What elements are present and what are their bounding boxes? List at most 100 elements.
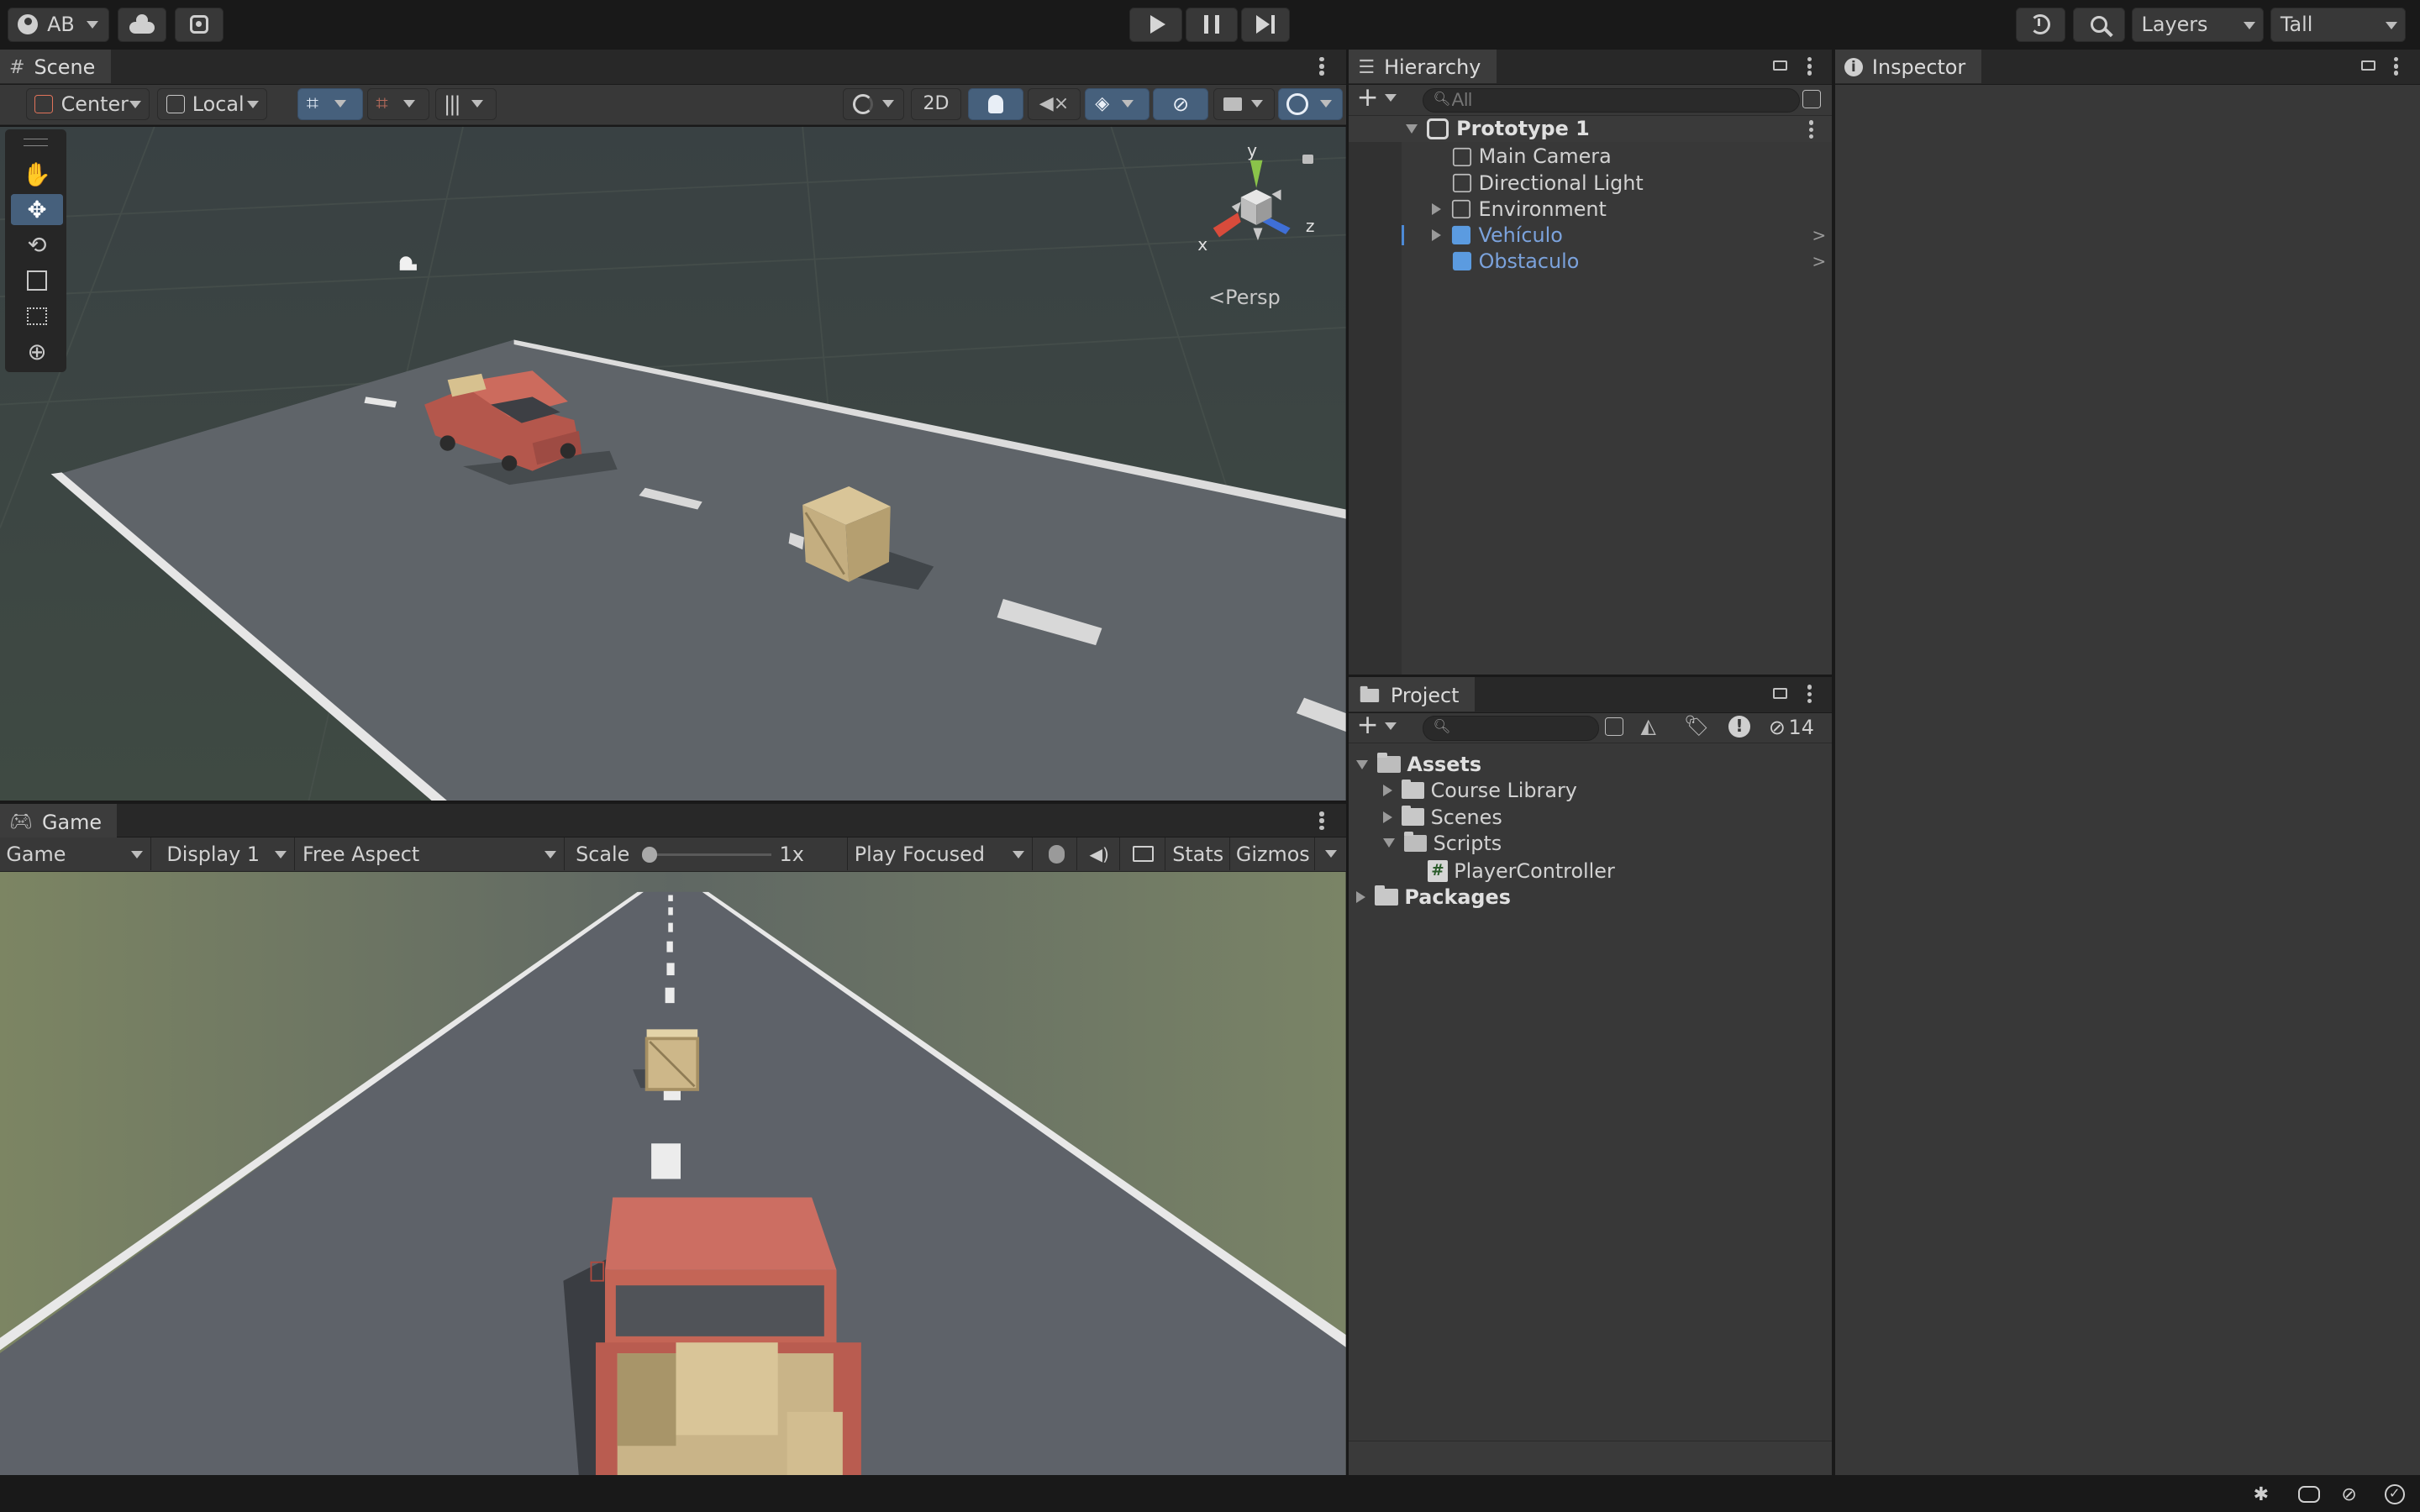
expand-arrow-icon[interactable] bbox=[1382, 838, 1395, 848]
cloud-button[interactable] bbox=[117, 8, 167, 42]
lock-icon[interactable] bbox=[1773, 688, 1787, 699]
auto-generate-lighting-icon[interactable]: ⊘ bbox=[2341, 1484, 2363, 1506]
display-select[interactable]: Display 1 bbox=[152, 837, 295, 870]
create-asset-button[interactable]: + bbox=[1356, 712, 1406, 740]
tab-game[interactable]: 🎮︎ Game bbox=[0, 803, 118, 838]
gizmos-button[interactable] bbox=[1277, 87, 1343, 121]
aspect-select[interactable]: Free Aspect bbox=[296, 837, 566, 870]
account-icon bbox=[18, 14, 39, 35]
scene-menu-icon[interactable] bbox=[1319, 56, 1325, 76]
scene-viewport[interactable]: ✋ ✥ ⟲ ⊕ y z x <Persp bbox=[0, 126, 1346, 801]
filter-label-icon[interactable]: 🏷︎ bbox=[1684, 714, 1709, 738]
chevron-right-icon[interactable]: > bbox=[1812, 225, 1826, 245]
pivot-dropdown[interactable]: Center bbox=[26, 87, 150, 121]
asset-player-controller[interactable]: # PlayerController bbox=[1349, 858, 1615, 884]
tab-project[interactable]: Project bbox=[1349, 677, 1475, 711]
mute-audio-button[interactable]: ◀) bbox=[1079, 837, 1121, 870]
grid-snap-button[interactable]: ⌗ bbox=[297, 87, 363, 121]
space-dropdown[interactable]: Local bbox=[157, 87, 267, 121]
hierarchy-item-obstaculo[interactable]: Obstaculo > bbox=[1349, 249, 1832, 275]
play-button[interactable] bbox=[1129, 8, 1182, 42]
hierarchy-menu-icon[interactable] bbox=[1807, 56, 1813, 76]
expand-arrow-icon[interactable] bbox=[1406, 123, 1418, 134]
stats-button[interactable]: Stats bbox=[1167, 837, 1230, 870]
debug-icon[interactable]: ✱ bbox=[2254, 1484, 2275, 1506]
folder-packages[interactable]: Packages bbox=[1349, 884, 1511, 910]
expand-arrow-icon[interactable] bbox=[1356, 759, 1369, 769]
visibility-toggle-button[interactable]: ⊘ bbox=[1153, 87, 1209, 121]
move-tool[interactable]: ✥ bbox=[10, 194, 64, 226]
effects-button[interactable]: ◈ bbox=[1085, 87, 1150, 121]
folder-scripts[interactable]: Scripts bbox=[1349, 830, 1502, 856]
tab-scene[interactable]: # Scene bbox=[0, 49, 111, 84]
rotate-tool[interactable]: ⟲ bbox=[11, 230, 63, 261]
expand-arrow-icon[interactable] bbox=[1432, 202, 1442, 215]
camera-settings-button[interactable] bbox=[1213, 87, 1276, 121]
audio-toggle-button[interactable]: ◀× bbox=[1028, 87, 1081, 121]
gizmos-toggle-button[interactable]: Gizmos bbox=[1232, 837, 1315, 870]
hierarchy-item-environment[interactable]: Environment bbox=[1349, 196, 1607, 222]
account-dropdown[interactable]: AB bbox=[8, 8, 110, 42]
folder-course-library[interactable]: Course Library bbox=[1349, 778, 1577, 804]
hierarchy-item-vehiculo[interactable]: Vehículo > bbox=[1349, 222, 1832, 248]
lock-icon[interactable] bbox=[2361, 60, 2375, 71]
tab-inspector[interactable]: i Inspector bbox=[1834, 49, 1981, 84]
inspector-menu-icon[interactable] bbox=[2393, 56, 2400, 76]
speaker-icon: ◀) bbox=[1089, 843, 1109, 864]
transform-tool[interactable]: ⊕ bbox=[11, 336, 63, 367]
draw-mode-button[interactable] bbox=[842, 87, 905, 121]
folder-scenes[interactable]: Scenes bbox=[1349, 804, 1502, 830]
overlay-drag-handle[interactable] bbox=[23, 139, 48, 147]
check-icon[interactable]: ✓ bbox=[2384, 1483, 2405, 1504]
align-button[interactable]: ||| bbox=[434, 87, 497, 121]
play-mode-select[interactable]: Play Focused bbox=[847, 837, 1033, 870]
chevron-right-icon[interactable]: > bbox=[1812, 251, 1826, 271]
create-button[interactable]: + bbox=[1356, 85, 1406, 113]
folder-assets[interactable]: Assets bbox=[1349, 751, 1481, 777]
game-menu-icon[interactable] bbox=[1319, 811, 1325, 831]
view-select[interactable]: Game bbox=[0, 837, 151, 870]
pause-button[interactable] bbox=[1185, 8, 1239, 42]
scale-slider[interactable] bbox=[642, 847, 772, 863]
history-button[interactable] bbox=[2015, 8, 2065, 42]
collab-button[interactable] bbox=[174, 8, 224, 42]
gizmo-lock-icon[interactable] bbox=[1302, 154, 1314, 164]
projection-toggle[interactable]: <Persp bbox=[1208, 286, 1281, 309]
layers-dropdown[interactable]: Layers bbox=[2131, 8, 2265, 42]
expand-arrow-icon[interactable] bbox=[1356, 891, 1366, 904]
game-viewport[interactable] bbox=[0, 871, 1346, 1475]
cache-server-icon[interactable] bbox=[2297, 1485, 2320, 1503]
scene-root-row[interactable]: Prototype 1 bbox=[1349, 115, 1833, 142]
layout-dropdown[interactable]: Tall bbox=[2270, 8, 2407, 42]
hidden-packages-toggle[interactable]: ⊘ 14 bbox=[1769, 716, 1814, 739]
expand-arrow-icon[interactable] bbox=[1432, 229, 1442, 242]
snap-increment-button[interactable]: ⌗ bbox=[367, 87, 429, 121]
hierarchy-item-directional-light[interactable]: Directional Light bbox=[1349, 170, 1644, 196]
search-by-type-icon[interactable] bbox=[1605, 717, 1624, 737]
scale-tool[interactable] bbox=[11, 265, 63, 297]
2d-toggle-button[interactable]: 2D bbox=[910, 87, 962, 121]
step-button[interactable] bbox=[1240, 8, 1291, 42]
filter-type-icon[interactable]: ◭ bbox=[1640, 714, 1655, 738]
rect-tool[interactable] bbox=[11, 301, 63, 332]
frame-debug-button[interactable] bbox=[1037, 837, 1078, 870]
keyboard-shortcuts-button[interactable] bbox=[1122, 837, 1165, 870]
expand-arrow-icon[interactable] bbox=[1382, 785, 1392, 797]
project-menu-icon[interactable] bbox=[1807, 685, 1813, 704]
warning-icon[interactable]: ! bbox=[1728, 716, 1750, 738]
scene-row-menu-icon[interactable] bbox=[1808, 120, 1815, 139]
lighting-toggle-button[interactable] bbox=[967, 87, 1023, 121]
search-scene-icon[interactable] bbox=[1802, 89, 1822, 108]
hand-tool[interactable]: ✋ bbox=[11, 159, 63, 190]
hierarchy-item-main-camera[interactable]: Main Camera bbox=[1349, 144, 1612, 170]
tab-hierarchy[interactable]: ☰ Hierarchy bbox=[1349, 49, 1497, 84]
lock-icon[interactable] bbox=[1773, 60, 1787, 71]
search-button[interactable] bbox=[2072, 8, 2126, 42]
expand-arrow-icon[interactable] bbox=[1382, 811, 1392, 823]
hierarchy-search[interactable]: 🔍︎ bbox=[1423, 87, 1800, 113]
hierarchy-search-input[interactable] bbox=[1451, 88, 1791, 111]
orientation-gizmo[interactable]: y z x bbox=[1192, 139, 1324, 262]
project-search[interactable]: 🔍︎ bbox=[1423, 716, 1599, 741]
scale-slider-thumb[interactable] bbox=[642, 847, 658, 863]
gizmos-dropdown[interactable] bbox=[1317, 837, 1346, 870]
